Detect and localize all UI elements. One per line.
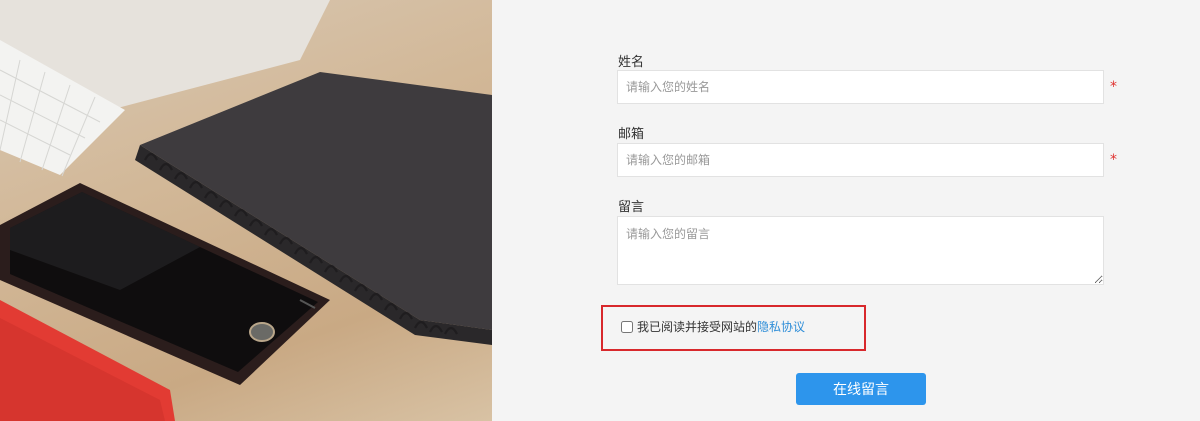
consent-checkbox[interactable] xyxy=(621,320,633,333)
phone-home-button xyxy=(249,322,275,342)
consent-row[interactable]: 我已阅读并接受网站的 隐私协议 xyxy=(621,318,805,335)
desk-illustration xyxy=(0,0,492,421)
message-label: 留言 xyxy=(618,200,645,215)
consent-text: 我已阅读并接受网站的 xyxy=(637,320,758,334)
name-input[interactable] xyxy=(617,70,1104,104)
email-label: 邮箱 xyxy=(618,127,645,142)
email-input[interactable] xyxy=(617,143,1104,177)
name-required-mark: * xyxy=(1110,79,1117,95)
privacy-policy-link[interactable]: 隐私协议 xyxy=(757,318,805,335)
email-required-mark: * xyxy=(1110,152,1117,168)
message-textarea[interactable] xyxy=(617,216,1104,285)
name-label: 姓名 xyxy=(618,55,645,70)
submit-message-button[interactable]: 在线留言 xyxy=(796,373,926,405)
hero-photo xyxy=(0,0,492,421)
